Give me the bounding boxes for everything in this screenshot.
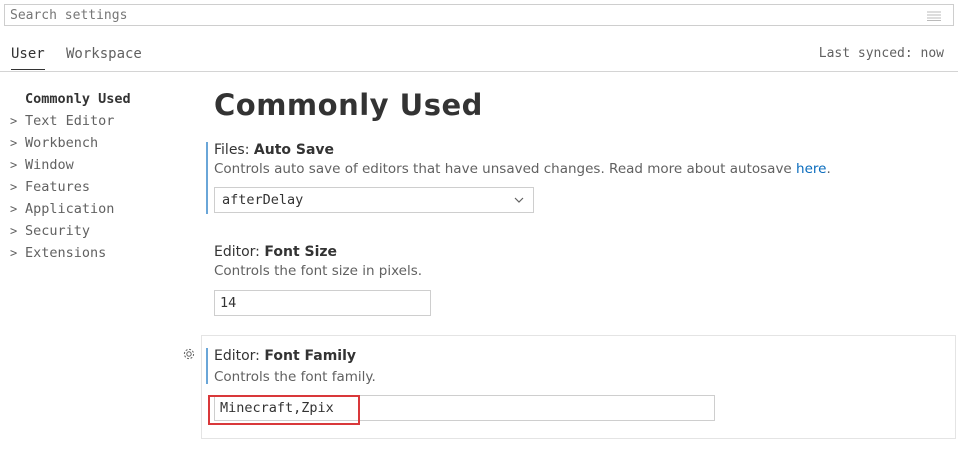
setting-description: Controls the font family.	[214, 369, 376, 385]
auto-save-value: afterDelay	[222, 192, 304, 208]
toc-item-security[interactable]: > Security	[0, 220, 200, 242]
toc-item-workbench[interactable]: > Workbench	[0, 132, 200, 154]
settings-scope-tabs: User Workspace Last synced: now	[0, 40, 958, 72]
search-settings-input[interactable]: Search settings	[4, 4, 954, 26]
setting-title: Files: Auto Save	[214, 142, 334, 158]
tab-user[interactable]: User	[11, 46, 45, 70]
toc-item-label: Application	[25, 201, 115, 217]
chevron-right-icon: >	[10, 246, 18, 260]
chevron-right-icon: >	[10, 158, 18, 172]
setting-description-text: Controls auto save of editors that have …	[214, 161, 797, 177]
search-placeholder: Search settings	[10, 8, 128, 23]
modified-indicator-bar	[206, 142, 208, 214]
autosave-docs-link[interactable]: here	[796, 161, 826, 177]
annotation-highlight-box	[208, 395, 360, 425]
setting-description-end: .	[826, 161, 831, 177]
toc-item-application[interactable]: > Application	[0, 198, 200, 220]
toc-item-text-editor[interactable]: > Text Editor	[0, 110, 200, 132]
toc-item-label: Text Editor	[25, 113, 115, 129]
chevron-right-icon: >	[10, 136, 18, 150]
setting-description: Controls the font size in pixels.	[214, 263, 423, 279]
setting-title: Editor: Font Family	[214, 348, 356, 364]
toc-item-label: Security	[25, 223, 91, 239]
toc-item-extensions[interactable]: > Extensions	[0, 242, 200, 264]
focus-indicator-bar	[206, 348, 208, 384]
tabs-divider	[0, 71, 958, 72]
toc-item-label: Extensions	[25, 245, 107, 261]
chevron-right-icon: >	[10, 224, 18, 238]
chevron-right-icon: >	[10, 180, 18, 194]
setting-title: Editor: Font Size	[214, 244, 337, 260]
toc-item-label: Commonly Used	[25, 91, 131, 107]
setting-category: Editor:	[214, 348, 265, 364]
page-title: Commonly Used	[214, 88, 483, 122]
setting-name: Auto Save	[253, 142, 335, 158]
settings-toc: Commonly Used > Text Editor > Workbench …	[0, 88, 200, 264]
setting-category: Editor:	[214, 244, 265, 260]
chevron-right-icon: >	[10, 202, 18, 216]
font-size-value: 14	[220, 295, 237, 311]
setting-files-auto-save: Files: Auto Save Controls auto save of e…	[206, 142, 956, 214]
toc-item-features[interactable]: > Features	[0, 176, 200, 198]
toc-item-window[interactable]: > Window	[0, 154, 200, 176]
setting-category: Files:	[214, 142, 254, 158]
last-synced-status: Last synced: now	[818, 46, 944, 61]
setting-name: Font Family	[264, 348, 357, 364]
toc-item-label: Window	[25, 157, 74, 173]
toc-item-label: Workbench	[25, 135, 99, 151]
chevron-right-icon: >	[10, 114, 18, 128]
setting-editor-font-size: Editor: Font Size Controls the font size…	[206, 244, 956, 318]
filter-icon[interactable]	[927, 11, 941, 21]
tab-workspace[interactable]: Workspace	[66, 46, 142, 62]
toc-item-commonly-used[interactable]: Commonly Used	[0, 88, 200, 110]
toc-item-label: Features	[25, 179, 91, 195]
setting-description: Controls auto save of editors that have …	[214, 161, 831, 177]
gear-icon[interactable]	[182, 347, 196, 361]
font-size-input[interactable]: 14	[214, 290, 431, 316]
chevron-down-icon	[514, 197, 524, 203]
setting-name: Font Size	[264, 244, 338, 260]
auto-save-select[interactable]: afterDelay	[214, 187, 534, 213]
